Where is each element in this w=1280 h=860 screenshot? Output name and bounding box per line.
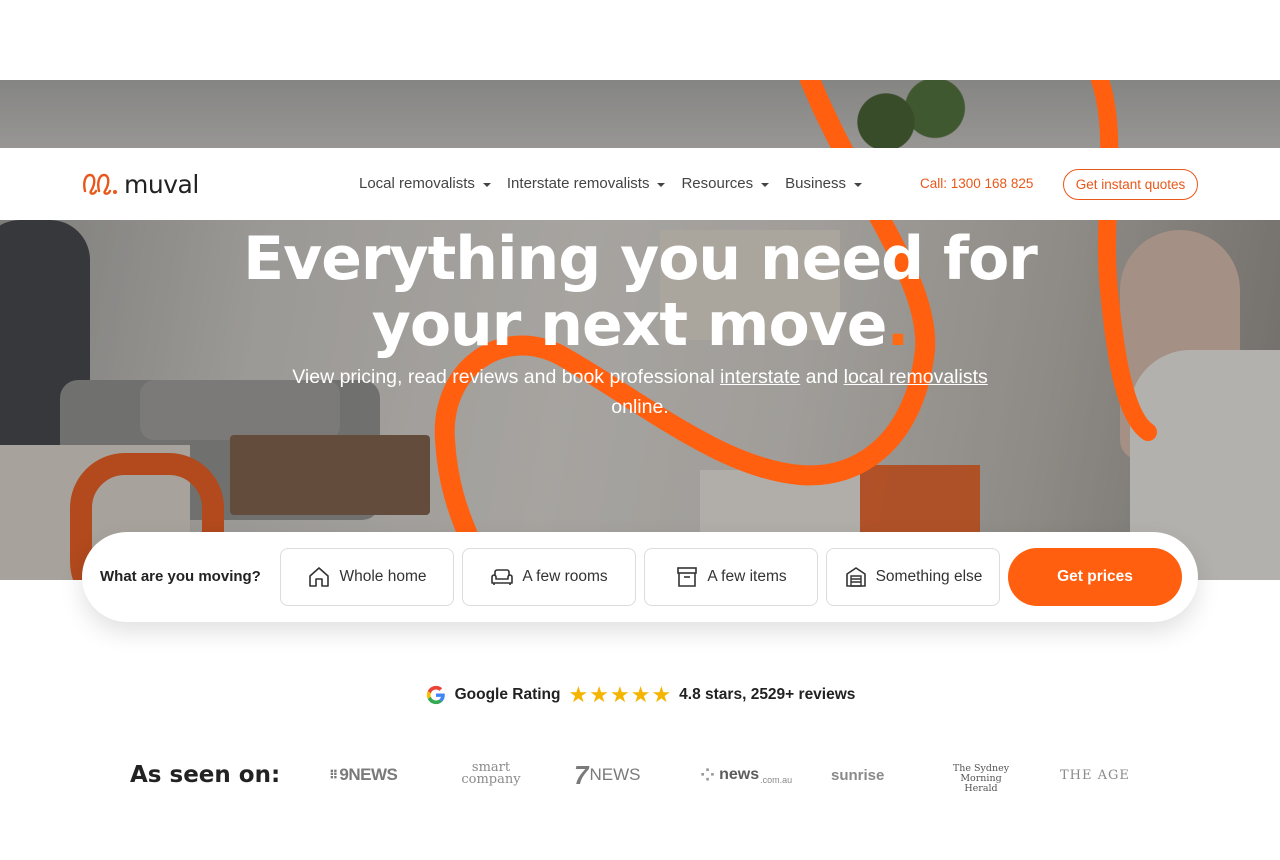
7news-logo: 7 NEWS xyxy=(574,758,640,792)
sofa-icon xyxy=(491,569,514,585)
sunrise-text: sunrise xyxy=(831,766,885,784)
get-prices-button[interactable]: Get prices xyxy=(1008,548,1182,606)
option-label: A few items xyxy=(707,568,787,585)
newscom-sub-text: .com.au xyxy=(760,775,793,785)
the-age-logo: THE AGE xyxy=(1060,758,1130,792)
option-label: Whole home xyxy=(339,568,427,585)
news-com-au-logo: ⁘ news .com.au xyxy=(700,758,792,792)
star-icon: ★ xyxy=(651,682,672,707)
interstate-link[interactable]: interstate xyxy=(720,366,800,388)
rating-label: Google Rating xyxy=(454,686,561,703)
option-something-else[interactable]: Something else xyxy=(826,548,1000,606)
nav-local-removalists[interactable]: Local removalists xyxy=(359,175,491,192)
nav-label: Interstate removalists xyxy=(506,175,650,192)
hero-headline: Everything you need for your next move. xyxy=(0,226,1280,358)
subheading-text: and xyxy=(800,366,844,388)
nav-label: Business xyxy=(785,175,847,192)
9news-text: 9NEWS xyxy=(339,765,398,784)
get-instant-quotes-button[interactable]: Get instant quotes xyxy=(1063,169,1198,200)
muval-logo-text: muval xyxy=(124,169,199,199)
building-icon xyxy=(845,567,866,587)
star-icon: ★ xyxy=(568,682,589,707)
option-label: A few rooms xyxy=(522,568,608,585)
9news-logo: ⠿ 9NEWS xyxy=(329,765,398,784)
star-icon: ★ xyxy=(630,682,651,707)
caret-down-icon xyxy=(657,182,666,187)
subheading-text: online. xyxy=(611,396,669,418)
option-label: Something else xyxy=(875,568,983,585)
option-a-few-items[interactable]: A few items xyxy=(644,548,818,606)
newscom-text: news xyxy=(719,766,760,783)
hero-subheading: View pricing, read reviews and book prof… xyxy=(260,362,1020,422)
box-icon xyxy=(677,567,698,587)
nav-interstate-removalists[interactable]: Interstate removalists xyxy=(507,175,666,192)
option-whole-home[interactable]: Whole home xyxy=(280,548,454,606)
local-removalists-link[interactable]: local removalists xyxy=(844,366,988,388)
caret-down-icon xyxy=(482,182,491,187)
star-rating: ★ ★ ★ ★ ★ xyxy=(569,684,672,706)
top-navbar: muval Local removalists Interstate remov… xyxy=(0,148,1280,220)
nav-label: Local removalists xyxy=(359,175,475,192)
company-text: company xyxy=(461,772,521,787)
google-rating: Google Rating ★ ★ ★ ★ ★ 4.8 stars, 2529+ rev… xyxy=(0,684,1280,706)
rating-text: 4.8 stars, 2529+ reviews xyxy=(679,686,856,703)
call-phone-link[interactable]: Call: 1300 168 825 xyxy=(920,176,1033,191)
smh-logo: The Sydney Morning Herald xyxy=(948,758,1014,794)
caret-down-icon xyxy=(854,182,863,187)
smart-company-logo: smart company xyxy=(458,758,524,792)
7news-text: NEWS xyxy=(589,765,641,784)
headline-line-1: Everything you need for xyxy=(243,224,1038,294)
move-type-selector: What are you moving? Whole home A few ro… xyxy=(82,532,1198,622)
google-icon xyxy=(426,685,445,705)
headline-dot: . xyxy=(886,290,909,360)
caret-down-icon xyxy=(761,182,770,187)
option-a-few-rooms[interactable]: A few rooms xyxy=(462,548,636,606)
move-type-label: What are you moving? xyxy=(100,568,261,585)
as-seen-on-label: As seen on: xyxy=(130,762,281,788)
muval-logo-mark-icon xyxy=(83,173,117,195)
dots-ring-icon: ⁘ xyxy=(700,764,716,785)
muval-logo[interactable]: muval xyxy=(82,169,199,199)
headline-line-2: your next move xyxy=(371,290,888,360)
home-icon xyxy=(309,567,330,587)
star-icon: ★ xyxy=(609,682,630,707)
nav-resources[interactable]: Resources xyxy=(681,175,770,192)
nav-label: Resources xyxy=(681,175,754,192)
the-age-text: THE AGE xyxy=(1060,767,1130,783)
seven-mark-icon: 7 xyxy=(574,759,589,790)
main-nav: Local removalists Interstate removalists… xyxy=(359,175,863,192)
star-icon: ★ xyxy=(589,682,609,707)
sunrise-logo: sunrise xyxy=(831,758,884,792)
nav-business[interactable]: Business xyxy=(785,175,863,192)
smh-line-2: Morning Herald xyxy=(960,773,1002,794)
subheading-text: View pricing, read reviews and book prof… xyxy=(292,366,721,388)
